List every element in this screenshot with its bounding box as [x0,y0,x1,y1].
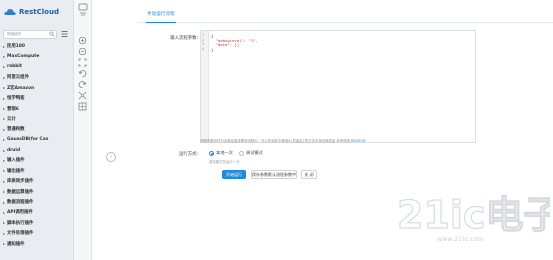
code-line: "data": [] [211,42,240,48]
sidebar-tree-item[interactable]: ▸ 文件处理插件 [0,228,73,238]
sidebar-item-label: 输出插件 [7,168,25,174]
sidebar-tree-item[interactable]: ▸ 库表同步插件 [0,176,73,186]
param-label: 输入流程参数: [170,36,198,41]
sidebar-item-label: 民用180 [7,44,25,50]
line-number: 2 [202,37,205,42]
line-number: 1 [202,33,205,37]
tab-manual-run[interactable]: 手动运行流程 [146,10,176,23]
sidebar-item-label: 营销6 [7,106,19,112]
expand-icon[interactable] [78,91,87,100]
fit-screen-icon[interactable] [78,58,87,67]
sidebar-tree-item[interactable]: ▸ druid [0,145,73,155]
redo-icon[interactable] [78,80,87,89]
sidebar-tree-item[interactable]: ▸ 通知插件 [0,238,73,248]
collapse-panel-button[interactable]: ‹ [106,152,116,162]
sidebar-item-label: 普通构数 [7,127,25,133]
radio-label: 调试模式 [246,150,263,155]
sidebar-item-label: 云计 [7,116,16,122]
search-icon[interactable] [49,31,55,37]
watermark-domain: www.21ic.com [437,236,485,243]
sidebar-tree-item[interactable]: ▸ 恒学鸭客 [0,93,73,103]
sidebar-item-label: MaxCompute [7,54,40,60]
sidebar-tree-item[interactable]: ▸ MaxCompute [0,51,73,61]
sidebar-tree-item[interactable]: ▸ 数据运算插件 [0,186,73,196]
sidebar-tree-item[interactable]: ▸ 普通构数 [0,124,73,134]
sidebar-item-label: 数据运算插件 [7,189,34,195]
sidebar-item-label: 恒学鸭客 [7,96,25,102]
close-button[interactable]: 关 闭 [301,170,317,179]
sidebar-item-label: GaussDB(for Cas [7,137,49,143]
sidebar-item-label: druid [7,147,21,153]
sidebar-tree-item[interactable]: ▸ GaussDB(for Cas [0,135,73,145]
flow-icon[interactable] [78,3,88,17]
radio-local-once[interactable]: 本地一次 [209,150,233,156]
sidebar-item-label: 输入插件 [7,158,25,164]
cloud-logo-icon [4,9,16,15]
grid-icon[interactable] [78,102,87,111]
tab-bar: 手动运行流程 [138,10,553,23]
sidebar-item-label: API调用插件 [7,210,33,216]
sidebar-item-label: 库表同步插件 [7,179,34,185]
help-link[interactable]: REDSON [351,139,365,143]
sidebar-item-label: 阿里云组件 [7,75,29,81]
sidebar-item-label: 文件处理插件 [7,231,34,237]
code-line: } [211,46,214,52]
sidebar-item-label: rabbit [7,64,23,70]
sidebar-item-label: Z宏Amazon [7,85,35,91]
sidebar-tree-item[interactable]: ▸ API调用插件 [0,207,73,217]
radio-debug-mode[interactable]: 调试模式 [239,150,263,156]
help-description: 流程参数将作为全局变量设置到流程中，可以在组件中使用${变量名}的方式引用全局变… [200,139,350,143]
logo: RestCloud [4,5,59,19]
radio-checked-icon [209,150,214,156]
watermark-big-text: 21ic电子网 [397,193,550,237]
sidebar-tree-item[interactable]: ▸ 营销6 [0,103,73,113]
sidebar-item-label: 数据流程插件 [7,200,34,206]
line-number: 4 [202,46,205,51]
sidebar-item-label: 脚本执行插件 [7,220,34,226]
sidebar-item-label: 通知插件 [7,241,25,247]
zoom-in-icon[interactable] [78,36,87,45]
mode-hint: 调试模式仅运行一次 [209,160,240,164]
sidebar-tree-item[interactable]: ▸ Z宏Amazon [0,83,73,93]
logo-text: RestCloud [19,8,59,16]
sidebar-tree-item[interactable]: ▸ 脚本执行插件 [0,218,73,228]
watermark: 21ic电子网 www.21ic.com [395,188,553,254]
sidebar-tree-item[interactable]: ▸ 民用180 [0,41,73,51]
radio-unchecked-icon [239,150,244,156]
component-tree: ▸ 民用180 ▸ MaxCompute ▸ rabbit ▸ 阿里云组件 ▸ Z宏Amazon ▸… [0,41,73,249]
mode-label: 运行方式: [178,152,198,157]
sidebar-tree-item[interactable]: ▸ 输入插件 [0,155,73,165]
sidebar: RestCloud 搜索组件 ▸ 民用180 ▸ MaxCompute ▸ rabbit ▸… [0,0,74,260]
sidebar-tree-item[interactable]: ▸ 数据流程插件 [0,197,73,207]
help-text: 流程参数将作为全局变量设置到流程中，可以在组件中使用${变量名}的方式引用全局变… [200,138,366,143]
watermark-logo: 21ic电子网 [396,192,553,237]
list-view-icon[interactable] [61,30,68,38]
sidebar-tree-item[interactable]: ▸ 输出插件 [0,166,73,176]
radio-label: 本地一次 [216,150,233,155]
editor-gutter: 1234 [201,31,209,142]
save-params-button[interactable]: 保存参数默认流程参数中 [251,170,297,179]
undo-icon[interactable] [78,69,87,78]
zoom-out-icon[interactable] [78,47,87,56]
sidebar-tree-item[interactable]: ▸ 阿里云组件 [0,72,73,82]
start-run-button[interactable]: 开始运行 [222,170,246,179]
sidebar-tree-item[interactable]: ▸ 云计 [0,114,73,124]
json-editor[interactable]: 1234 { "debugLevel": "1", "data": []} [200,30,476,143]
app-root: RestCloud 搜索组件 ▸ 民用180 ▸ MaxCompute ▸ rabbit ▸… [0,0,553,260]
line-number: 3 [202,42,205,47]
sidebar-tree-item[interactable]: ▸ rabbit [0,62,73,72]
